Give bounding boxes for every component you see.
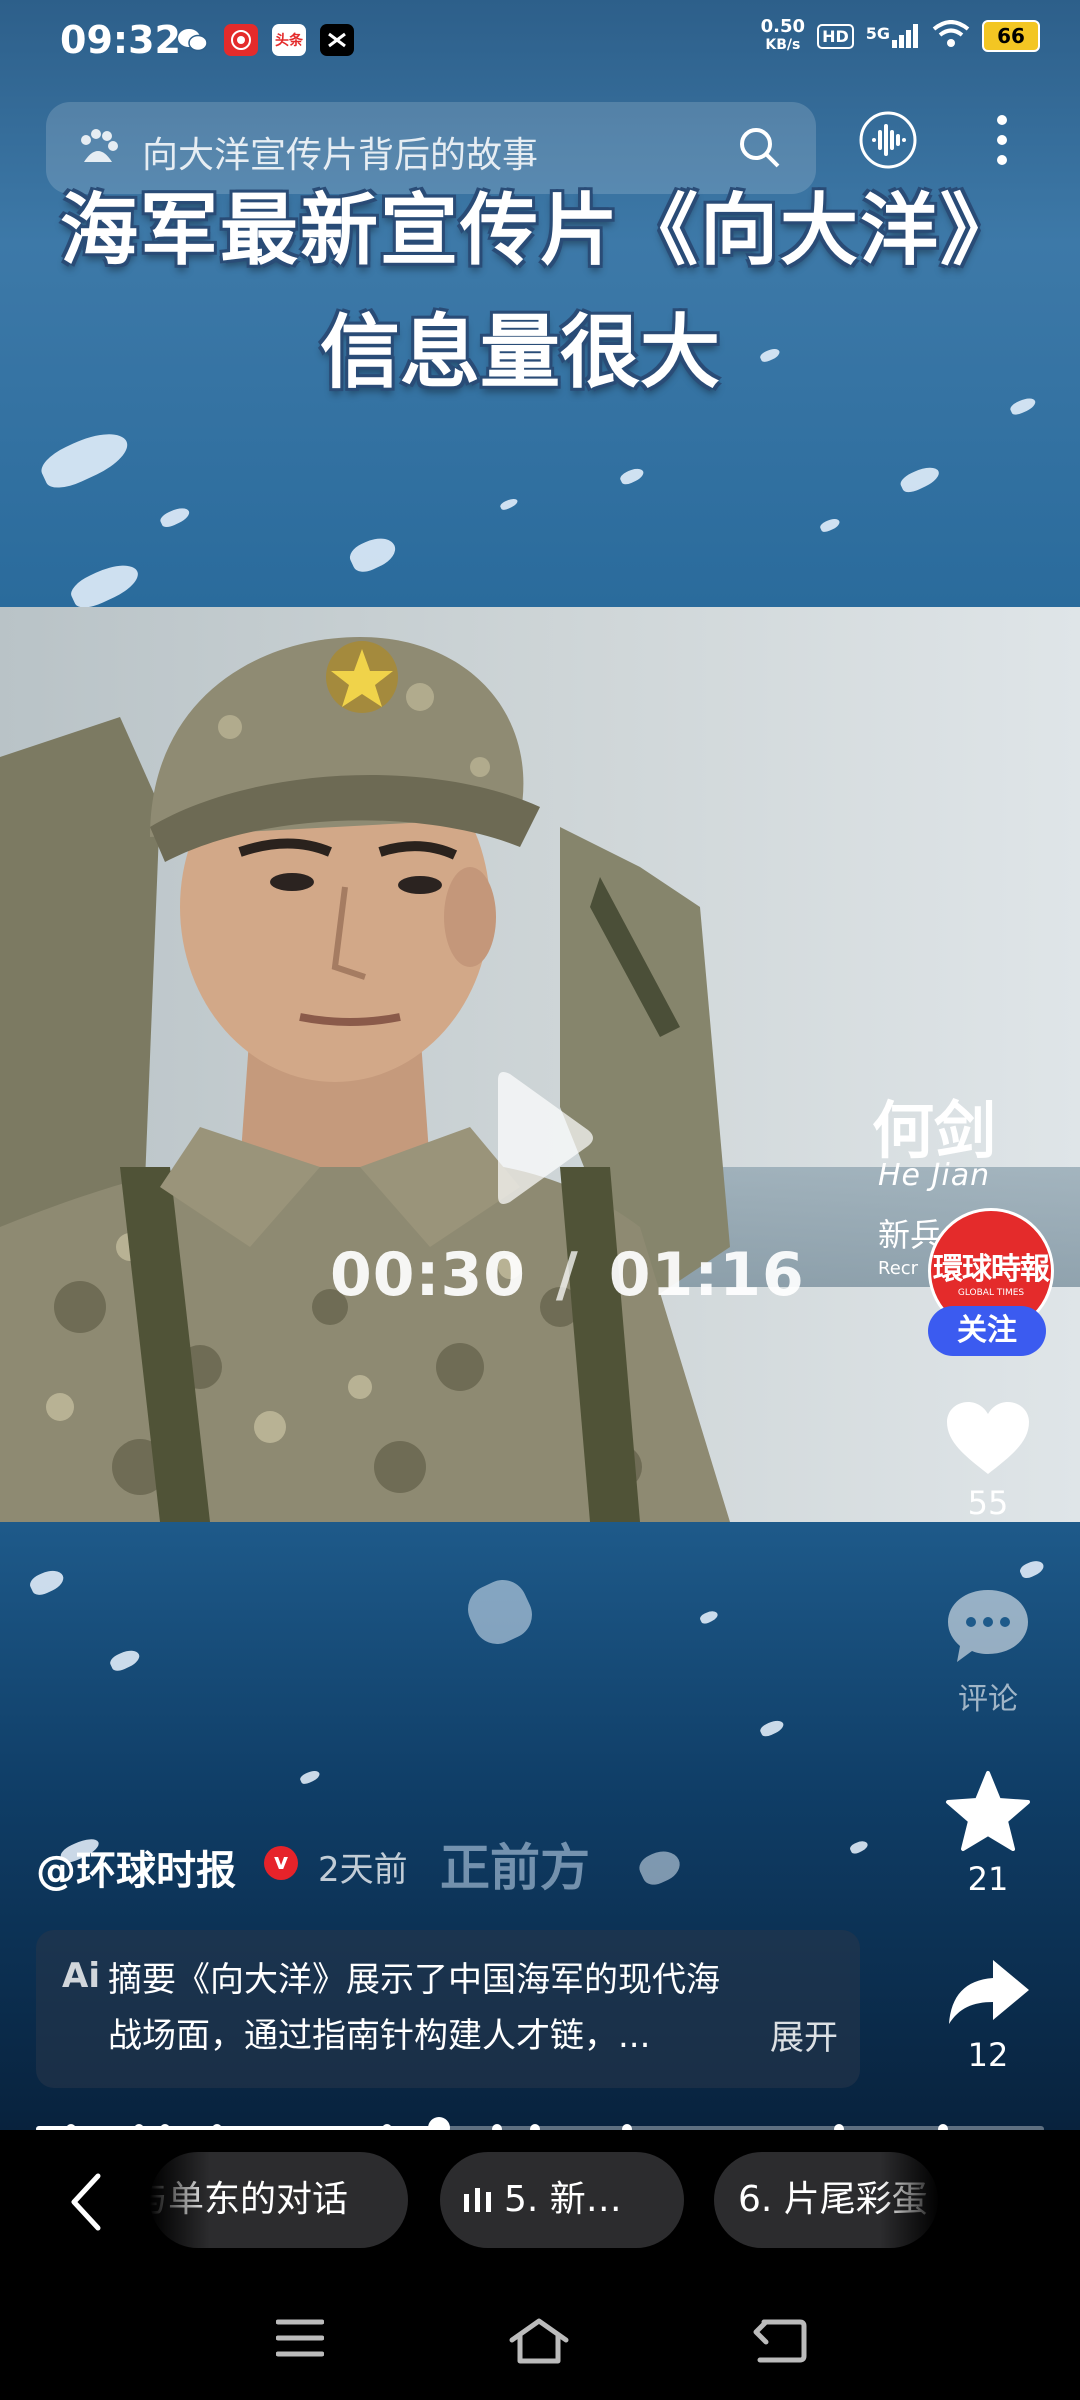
video-watermark: 正前方 bbox=[440, 1838, 590, 1897]
creator-handle[interactable]: @环球时报 bbox=[36, 1838, 236, 1896]
expand-link[interactable]: 展开 bbox=[770, 2010, 838, 2059]
comment-icon bbox=[948, 1590, 1028, 1662]
favorite-button[interactable]: 21 bbox=[930, 1770, 1046, 1898]
hd-badge: HD bbox=[817, 23, 854, 49]
soldier-image bbox=[0, 637, 730, 1522]
caption-subtitle: Recr bbox=[878, 1258, 919, 1279]
chapter-chip-current[interactable]: 5. 新… bbox=[440, 2152, 684, 2248]
search-icon[interactable] bbox=[736, 124, 782, 174]
caption-name: 何剑 bbox=[872, 1094, 997, 1167]
share-button[interactable]: 12 bbox=[930, 1956, 1046, 2074]
more-options-icon[interactable] bbox=[990, 112, 1014, 172]
share-icon bbox=[949, 1960, 1029, 2024]
ai-summary-text: 摘要《向大洋》展示了中国海军的现代海战场面，通过指南针构建人才链，... bbox=[108, 1960, 720, 2056]
wechat-icon bbox=[176, 24, 210, 56]
star-icon bbox=[946, 1771, 1030, 1851]
playing-bars-icon bbox=[464, 2188, 491, 2212]
toutiao-icon: 头条 bbox=[272, 24, 306, 56]
status-time: 09:32 bbox=[60, 18, 181, 62]
like-button[interactable]: 55 bbox=[930, 1400, 1046, 1522]
video-main-frame[interactable] bbox=[0, 607, 1080, 1522]
system-nav-bar bbox=[0, 2270, 1080, 2400]
post-time: 2天前 bbox=[318, 1850, 408, 1890]
video-overlay-title: 海军最新宣传片《向大洋》 bbox=[59, 186, 1020, 276]
capcut-icon bbox=[320, 24, 354, 56]
video-time-display: 00:30 / 01:16 bbox=[330, 1240, 805, 1310]
share-count: 12 bbox=[967, 2036, 1009, 2074]
back-icon[interactable] bbox=[752, 2318, 808, 2368]
menu-icon[interactable] bbox=[275, 2318, 325, 2362]
caption-pinyin: He Jian bbox=[878, 1158, 991, 1193]
avatar-logo-subtext: GLOBAL TIMES bbox=[957, 1288, 1025, 1298]
wifi-icon bbox=[932, 20, 970, 52]
heart-icon bbox=[947, 1402, 1029, 1474]
comment-button[interactable]: 评论 bbox=[930, 1586, 1046, 1718]
chevron-left-icon[interactable] bbox=[66, 2172, 106, 2236]
like-count: 55 bbox=[967, 1484, 1009, 1522]
favorite-count: 21 bbox=[967, 1860, 1009, 1898]
follow-button[interactable]: 关注 bbox=[928, 1306, 1046, 1356]
home-icon[interactable] bbox=[508, 2318, 570, 2368]
play-icon[interactable] bbox=[488, 1068, 598, 1212]
ai-summary-box[interactable]: Ai 摘要《向大洋》展示了中国海军的现代海战场面，通过指南针构建人才链，... … bbox=[36, 1930, 860, 2088]
chapter-bar: 与单东的对话 5. 新… 6. 片尾彩蛋 bbox=[0, 2130, 1080, 2270]
voice-search-icon[interactable] bbox=[858, 110, 918, 174]
network-speed: 0.50 KB/s bbox=[760, 16, 806, 54]
status-bar: 09:32 头条 0.50 KB/s HD 5G 66 bbox=[0, 0, 1080, 82]
red-app-icon bbox=[224, 24, 258, 56]
video-overlay-subtitle: 信息量很大 bbox=[320, 306, 720, 399]
verified-badge: v bbox=[264, 1846, 298, 1880]
comment-label: 评论 bbox=[958, 1682, 1018, 1717]
baidu-paw-icon bbox=[76, 126, 120, 170]
avatar-logo-text: 環球時報 bbox=[933, 1252, 1050, 1287]
battery-indicator: 66 bbox=[982, 20, 1040, 52]
ai-summary-icon: Ai bbox=[62, 1956, 100, 1996]
signal-icon: 5G bbox=[866, 24, 920, 48]
